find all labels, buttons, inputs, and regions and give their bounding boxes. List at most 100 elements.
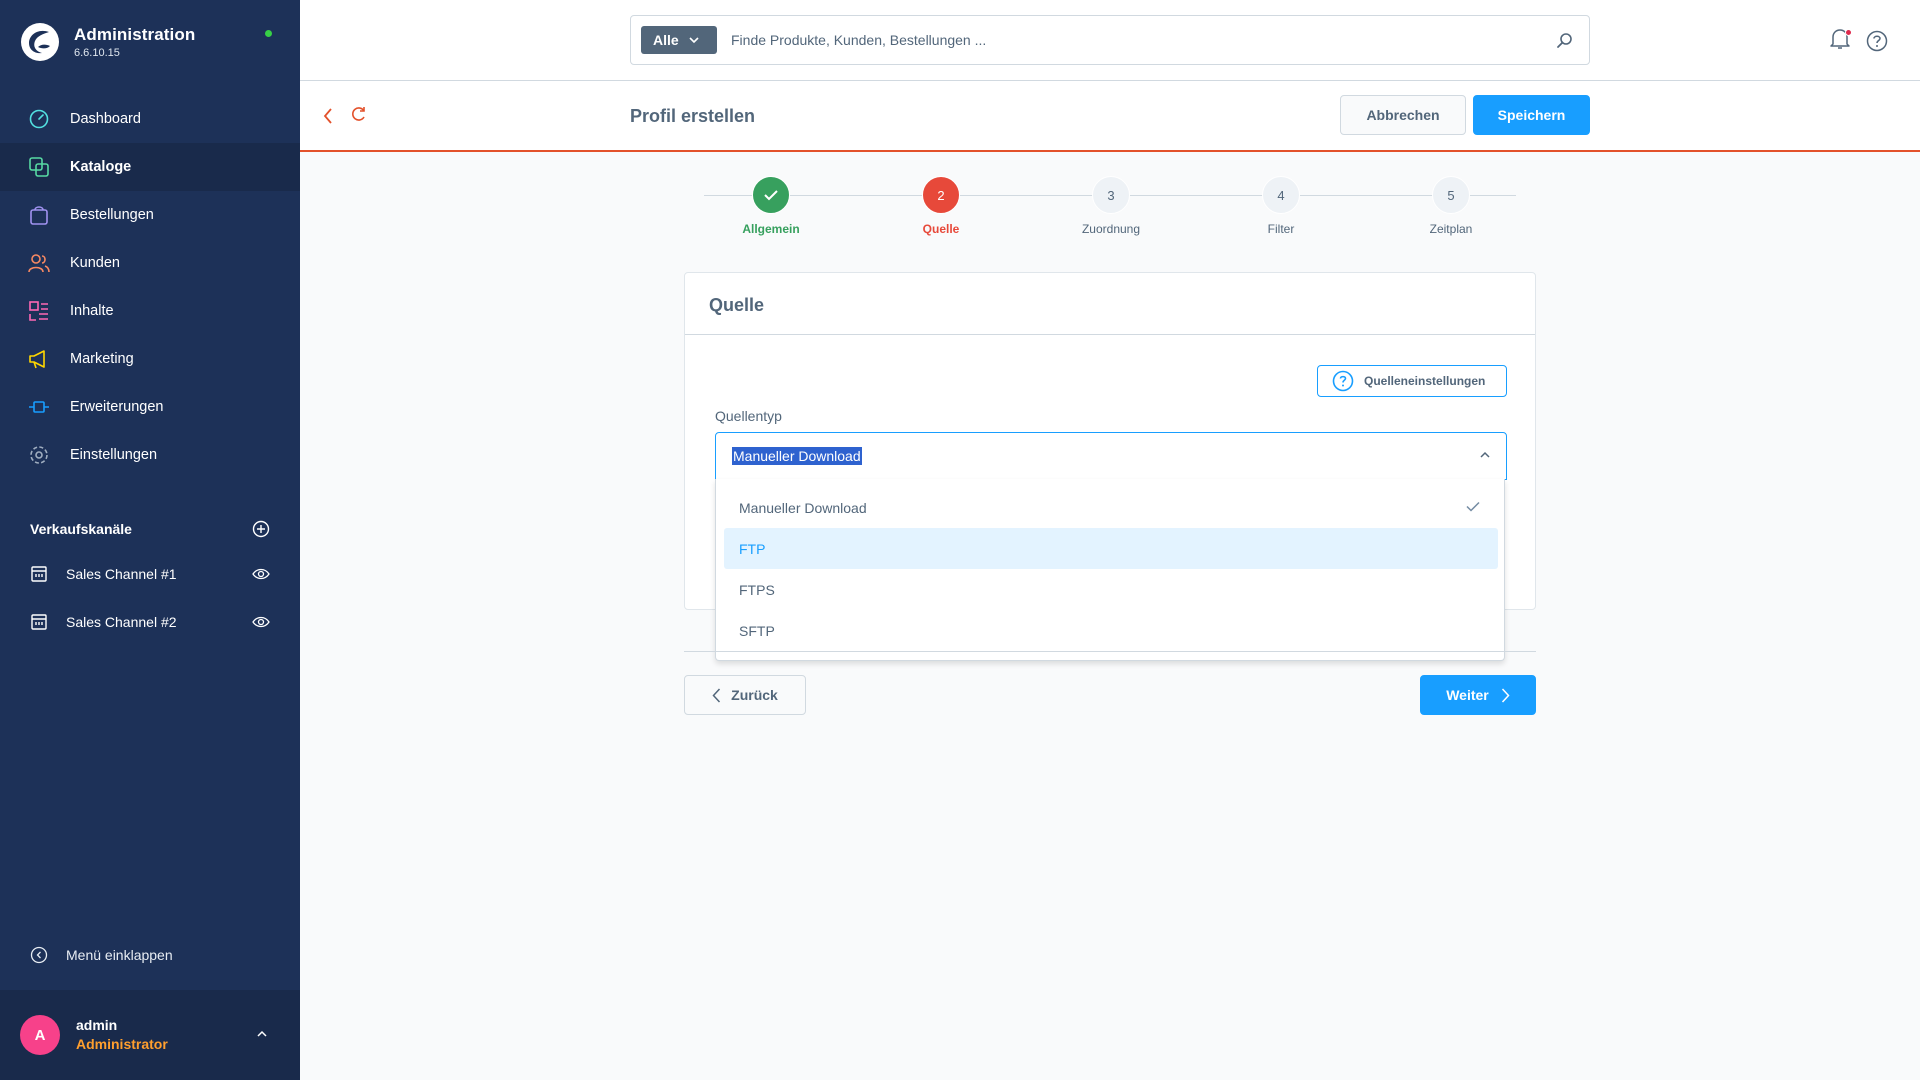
step-general[interactable]: Allgemein [721,176,821,236]
user-menu[interactable]: A admin Administrator [0,990,300,1080]
sidebar: Administration 6.6.10.15 Dashboard Katal… [0,0,300,1080]
source-settings-help-button[interactable]: Quelleneinstellungen [1317,365,1507,397]
orders-icon [30,206,48,225]
content-icon [29,301,48,321]
search-type-select[interactable]: Alle [641,26,717,54]
option-label: FTPS [739,581,775,598]
chevron-up-icon [1480,451,1490,458]
nav-item-extensions[interactable]: Erweiterungen [0,383,300,431]
chevron-right-icon [1501,687,1510,703]
reload-icon[interactable] [350,105,368,123]
step-source[interactable]: 2 Quelle [891,176,991,236]
sales-channels-title: Verkaufskanäle [30,521,132,537]
global-search: Alle [630,15,1590,65]
checkmark-icon [764,190,778,201]
option-manual-download[interactable]: Manueller Download [724,487,1498,528]
nav-item-customers[interactable]: Kunden [0,239,300,287]
chevron-left-icon [712,687,721,703]
option-ftp[interactable]: FTP [724,528,1498,569]
search-icon[interactable] [1556,32,1573,49]
card-title: Quelle [685,273,1535,335]
app-title: Administration [74,25,196,44]
step-label: Zuordnung [1081,222,1141,236]
storefront-icon [31,566,47,582]
wizard-stepper: Allgemein 2 Quelle 3 Zuordnung 4 Filter … [704,176,1516,246]
nav-item-orders[interactable]: Bestellungen [0,191,300,239]
step-number: 3 [1092,176,1130,214]
brand[interactable]: Administration 6.6.10.15 [20,22,195,62]
chevron-up-icon [257,1030,267,1037]
nav-label: Bestellungen [70,207,154,223]
option-sftp[interactable]: SFTP [724,610,1498,651]
step-number: 5 [1432,176,1470,214]
source-type-dropdown: Manueller Download FTP FTPS SFTP [715,479,1505,661]
nav-item-catalogues[interactable]: Kataloge [0,143,300,191]
nav-item-marketing[interactable]: Marketing [0,335,300,383]
option-label: FTP [739,540,766,557]
footer-divider [684,651,1536,652]
page-title: Profil erstellen [630,106,756,126]
settings-icon [30,446,48,464]
catalogue-icon [29,157,49,177]
search-type-label: Alle [653,32,679,48]
shopware-logo-icon [21,23,59,61]
chevron-left-circle-icon [30,946,48,964]
back-button[interactable]: Zurück [684,675,806,715]
smart-bar: Profil erstellen Abbrechen Speichern [300,81,1920,152]
save-button[interactable]: Speichern [1473,95,1590,135]
collapse-menu-button[interactable]: Menü einklappen [30,946,173,964]
main-nav: Dashboard Kataloge Bestellungen Kunden I… [0,95,300,479]
nav-label: Erweiterungen [70,399,164,415]
sales-channel-label: Sales Channel #1 [66,566,177,582]
nav-item-dashboard[interactable]: Dashboard [0,95,300,143]
step-mapping[interactable]: 3 Zuordnung [1061,176,1161,236]
nav-label: Dashboard [70,111,141,127]
avatar: A [20,1015,60,1055]
back-arrow-icon[interactable] [322,107,334,125]
help-icon[interactable] [1866,30,1888,52]
source-type-label: Quellentyp [715,408,782,424]
nav-label: Marketing [70,351,134,367]
step-schedule[interactable]: 5 Zeitplan [1401,176,1501,236]
dashboard-icon [29,109,49,129]
chevron-down-icon [689,36,699,43]
option-ftps[interactable]: FTPS [724,569,1498,610]
source-type-select[interactable]: Manueller Download [715,432,1507,480]
next-button[interactable]: Weiter [1420,675,1536,715]
nav-label: Kataloge [70,159,132,175]
sales-channel-item[interactable]: Sales Channel #2 [0,598,300,646]
sales-channel-list: Sales Channel #1 Sales Channel #2 [0,550,300,646]
storefront-icon [31,614,47,630]
option-label: Manueller Download [739,499,867,516]
eye-icon[interactable] [252,614,270,630]
step-label: Allgemein [742,222,800,236]
customers-icon [28,254,50,273]
step-circle [752,176,790,214]
checkmark-icon [1466,501,1480,512]
nav-label: Kunden [70,255,120,271]
extensions-icon [29,401,49,413]
select-value: Manueller Download [732,447,862,465]
user-role: Administrator [76,1036,168,1052]
nav-item-settings[interactable]: Einstellungen [0,431,300,479]
sales-channel-item[interactable]: Sales Channel #1 [0,550,300,598]
nav-label: Inhalte [70,303,114,319]
sales-channels-header: Verkaufskanäle [30,520,270,538]
nav-item-content[interactable]: Inhalte [0,287,300,335]
next-button-label: Weiter [1446,687,1489,703]
eye-icon[interactable] [252,566,270,582]
step-label: Quelle [922,222,960,236]
marketing-icon [29,350,45,369]
search-input[interactable] [731,16,1511,64]
online-status-dot [265,30,272,37]
cancel-button[interactable]: Abbrechen [1340,95,1466,135]
back-button-label: Zurück [731,687,778,703]
help-button-label: Quelleneinstellungen [1364,374,1486,388]
step-number: 4 [1262,176,1300,214]
app-version: 6.6.10.15 [74,47,120,59]
add-sales-channel-icon[interactable] [252,520,270,538]
sales-channel-label: Sales Channel #2 [66,614,177,630]
collapse-menu-label: Menü einklappen [66,947,173,963]
option-label: SFTP [739,622,775,639]
step-filter[interactable]: 4 Filter [1231,176,1331,236]
